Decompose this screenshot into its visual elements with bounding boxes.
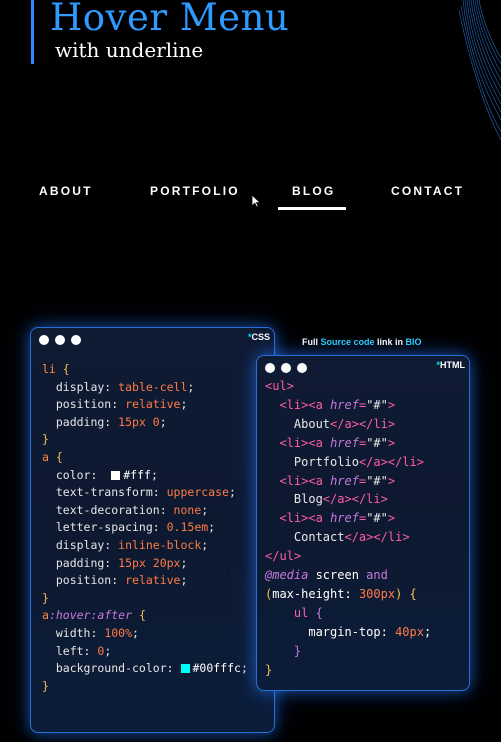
code-line: display: table-cell; (42, 379, 195, 394)
mouse-cursor-icon (251, 194, 261, 208)
code-line: text-transform: uppercase; (42, 485, 236, 500)
code-line: <li><a href="#"> (279, 435, 396, 450)
code-line: text-decoration: none; (42, 502, 209, 517)
code-line: <li><a href="#"> (279, 511, 396, 526)
html-code-block: <ul> <li><a href="#"> About</a></li> <li… (265, 377, 431, 680)
window-dot-icon (55, 335, 65, 345)
css-code-panel: *CSS li { display: table-cell; position:… (30, 327, 275, 733)
code-line: } (42, 678, 49, 693)
css-code-block: li { display: table-cell; position: rela… (42, 361, 248, 695)
code-line: a:hover:after { (42, 608, 146, 623)
code-line: Blog</a></li> (265, 492, 388, 507)
code-line: } (42, 432, 49, 447)
code-line: position: relative; (42, 573, 188, 588)
code-line: padding: 15px 20px; (42, 555, 188, 570)
code-line: background-color: #00fffc; (42, 661, 248, 676)
nav-item-portfolio[interactable]: PORTFOLIO (150, 184, 240, 198)
nav-item-contact[interactable]: CONTACT (391, 184, 464, 198)
code-line: <li><a href="#"> (279, 473, 396, 488)
code-line: letter-spacing: 0.15em; (42, 520, 216, 535)
nav-item-blog[interactable]: BLOG (292, 184, 335, 198)
code-line: } (265, 662, 273, 677)
window-dot-icon (39, 335, 49, 345)
window-controls (39, 335, 81, 345)
html-tag: *HTML (436, 360, 465, 370)
code-line: Contact</a></li> (265, 530, 410, 545)
code-line: About</a></li> (265, 416, 396, 431)
code-line: </ul> (265, 549, 302, 564)
code-line: li { (42, 362, 70, 376)
code-line: Portfolio</a></li> (265, 454, 424, 469)
window-dot-icon (297, 363, 307, 373)
html-code-panel: *HTML <ul> <li><a href="#"> About</a></l… (256, 355, 470, 691)
window-dot-icon (71, 335, 81, 345)
source-code-note: Full Source code link in BIO (302, 337, 422, 347)
window-controls (265, 363, 307, 373)
code-line: <li><a href="#"> (279, 397, 396, 412)
code-line: (max-height: 300px) { (265, 586, 417, 601)
code-line: width: 100%; (42, 625, 139, 640)
code-line: margin-top: 40px; (308, 624, 432, 639)
code-line: display: inline-block; (42, 537, 209, 552)
nav-item-about[interactable]: ABOUT (39, 184, 93, 198)
code-line: <ul> (265, 379, 294, 393)
window-dot-icon (265, 363, 275, 373)
window-dot-icon (281, 363, 291, 373)
code-line: position: relative; (42, 397, 188, 412)
code-line: ul { (293, 605, 323, 620)
code-line: padding: 15px 0; (42, 414, 167, 429)
code-line: } (42, 590, 49, 605)
code-line: left: 0; (42, 643, 112, 658)
code-line: } (293, 643, 302, 658)
css-tag: *CSS (247, 332, 270, 342)
nav-active-underline (278, 207, 346, 210)
code-line: color: #fff; (42, 467, 158, 482)
code-line: a { (42, 449, 63, 464)
code-line: @media screen and (265, 568, 388, 583)
